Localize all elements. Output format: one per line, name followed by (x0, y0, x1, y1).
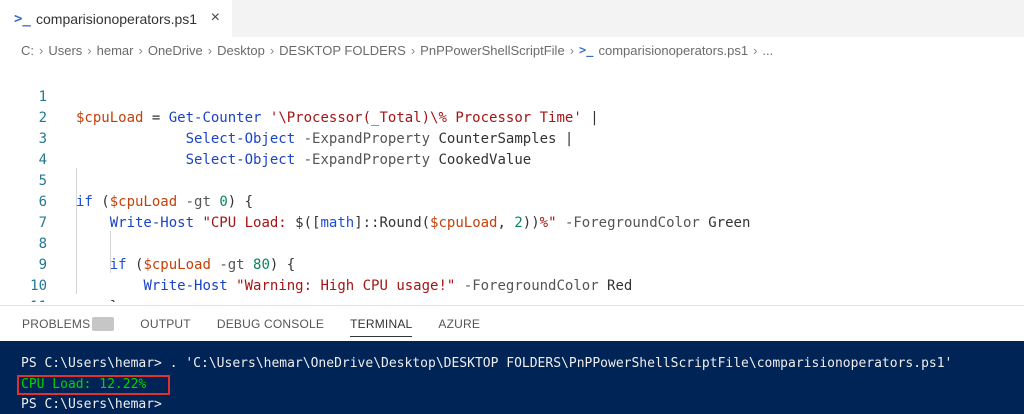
code-line: 7 (0, 192, 1024, 231)
tab-label: PROBLEMS (22, 316, 91, 331)
tab-output[interactable]: OUTPUT (140, 306, 191, 342)
code-editor[interactable]: 1 $cpuLoad = Get-Counter '\Processor(_To… (0, 63, 1024, 302)
editor-tab-bar: >_ comparisionoperators.ps1 × (0, 0, 1024, 37)
tab-label: AZURE (438, 316, 481, 331)
code-line: 11 } (0, 276, 1024, 302)
breadcrumb-item[interactable]: C: (21, 43, 34, 58)
output-highlight-box (17, 375, 170, 395)
breadcrumb-item[interactable]: ... (762, 43, 773, 58)
chevron-right-icon: › (753, 42, 758, 58)
code-line: 12 (0, 297, 1024, 302)
code-line: 2 Select-Object -ExpandProperty CounterS… (0, 87, 1024, 147)
breadcrumb-item[interactable]: Users (48, 43, 82, 58)
code-line: 8 if ($cpuLoad -gt 80) { (0, 213, 1024, 273)
chevron-right-icon: › (569, 42, 575, 58)
breadcrumb-item[interactable]: hemar (97, 43, 134, 58)
breadcrumb-item[interactable]: OneDrive (148, 43, 203, 58)
tab-label: OUTPUT (140, 316, 191, 331)
chevron-right-icon: › (87, 42, 92, 58)
code-line: 5 if ($cpuLoad -gt 0) { (0, 150, 1024, 210)
powershell-icon: >_ (579, 43, 594, 57)
code-line: 4 (0, 129, 1024, 168)
problems-count-badge (92, 316, 115, 331)
tab-azure[interactable]: AZURE (438, 306, 480, 342)
tab-label: comparisionoperators.ps1 (36, 10, 198, 27)
code-line: 1 $cpuLoad = Get-Counter '\Processor(_To… (0, 66, 1024, 126)
panel-tab-bar: PROBLEMS OUTPUT DEBUG CONSOLE TERMINAL A… (0, 305, 1024, 341)
tab-problems[interactable]: PROBLEMS (22, 306, 115, 342)
close-icon[interactable]: × (211, 9, 220, 27)
powershell-icon: >_ (14, 10, 31, 27)
breadcrumb-item[interactable]: DESKTOP FOLDERS (279, 43, 406, 58)
chevron-right-icon: › (138, 42, 143, 58)
breadcrumb: C: › Users › hemar › OneDrive › Desktop … (0, 37, 1024, 63)
chevron-right-icon: › (269, 42, 275, 58)
breadcrumb-item[interactable]: comparisionoperators.ps1 (598, 43, 748, 58)
chevron-right-icon: › (39, 42, 44, 58)
code-line: 9 Write-Host "Warning: High CPU usage!" … (0, 234, 1024, 294)
chevron-right-icon: › (207, 42, 213, 58)
code-line: 10 } (0, 255, 1024, 302)
tab-label: DEBUG CONSOLE (216, 316, 325, 331)
terminal-command-line: PS C:\Users\hemar> . 'C:\Users\hemar\One… (21, 356, 953, 371)
code-line: 6 Write-Host "CPU Load: $([math]::Round(… (0, 171, 1024, 231)
code-line: 3 Select-Object -ExpandProperty CookedVa… (0, 108, 1024, 168)
breadcrumb-item[interactable]: Desktop (217, 43, 265, 58)
tab-debug-console[interactable]: DEBUG CONSOLE (217, 306, 324, 342)
tab-label: TERMINAL (350, 316, 413, 331)
chevron-right-icon: › (410, 42, 416, 58)
tab-terminal[interactable]: TERMINAL (350, 306, 413, 342)
tab-comparisionoperators[interactable]: >_ comparisionoperators.ps1 × (0, 0, 232, 37)
terminal-prompt-line: PS C:\Users\hemar> (21, 397, 162, 412)
breadcrumb-item[interactable]: PnPPowerShellScriptFile (420, 43, 565, 58)
